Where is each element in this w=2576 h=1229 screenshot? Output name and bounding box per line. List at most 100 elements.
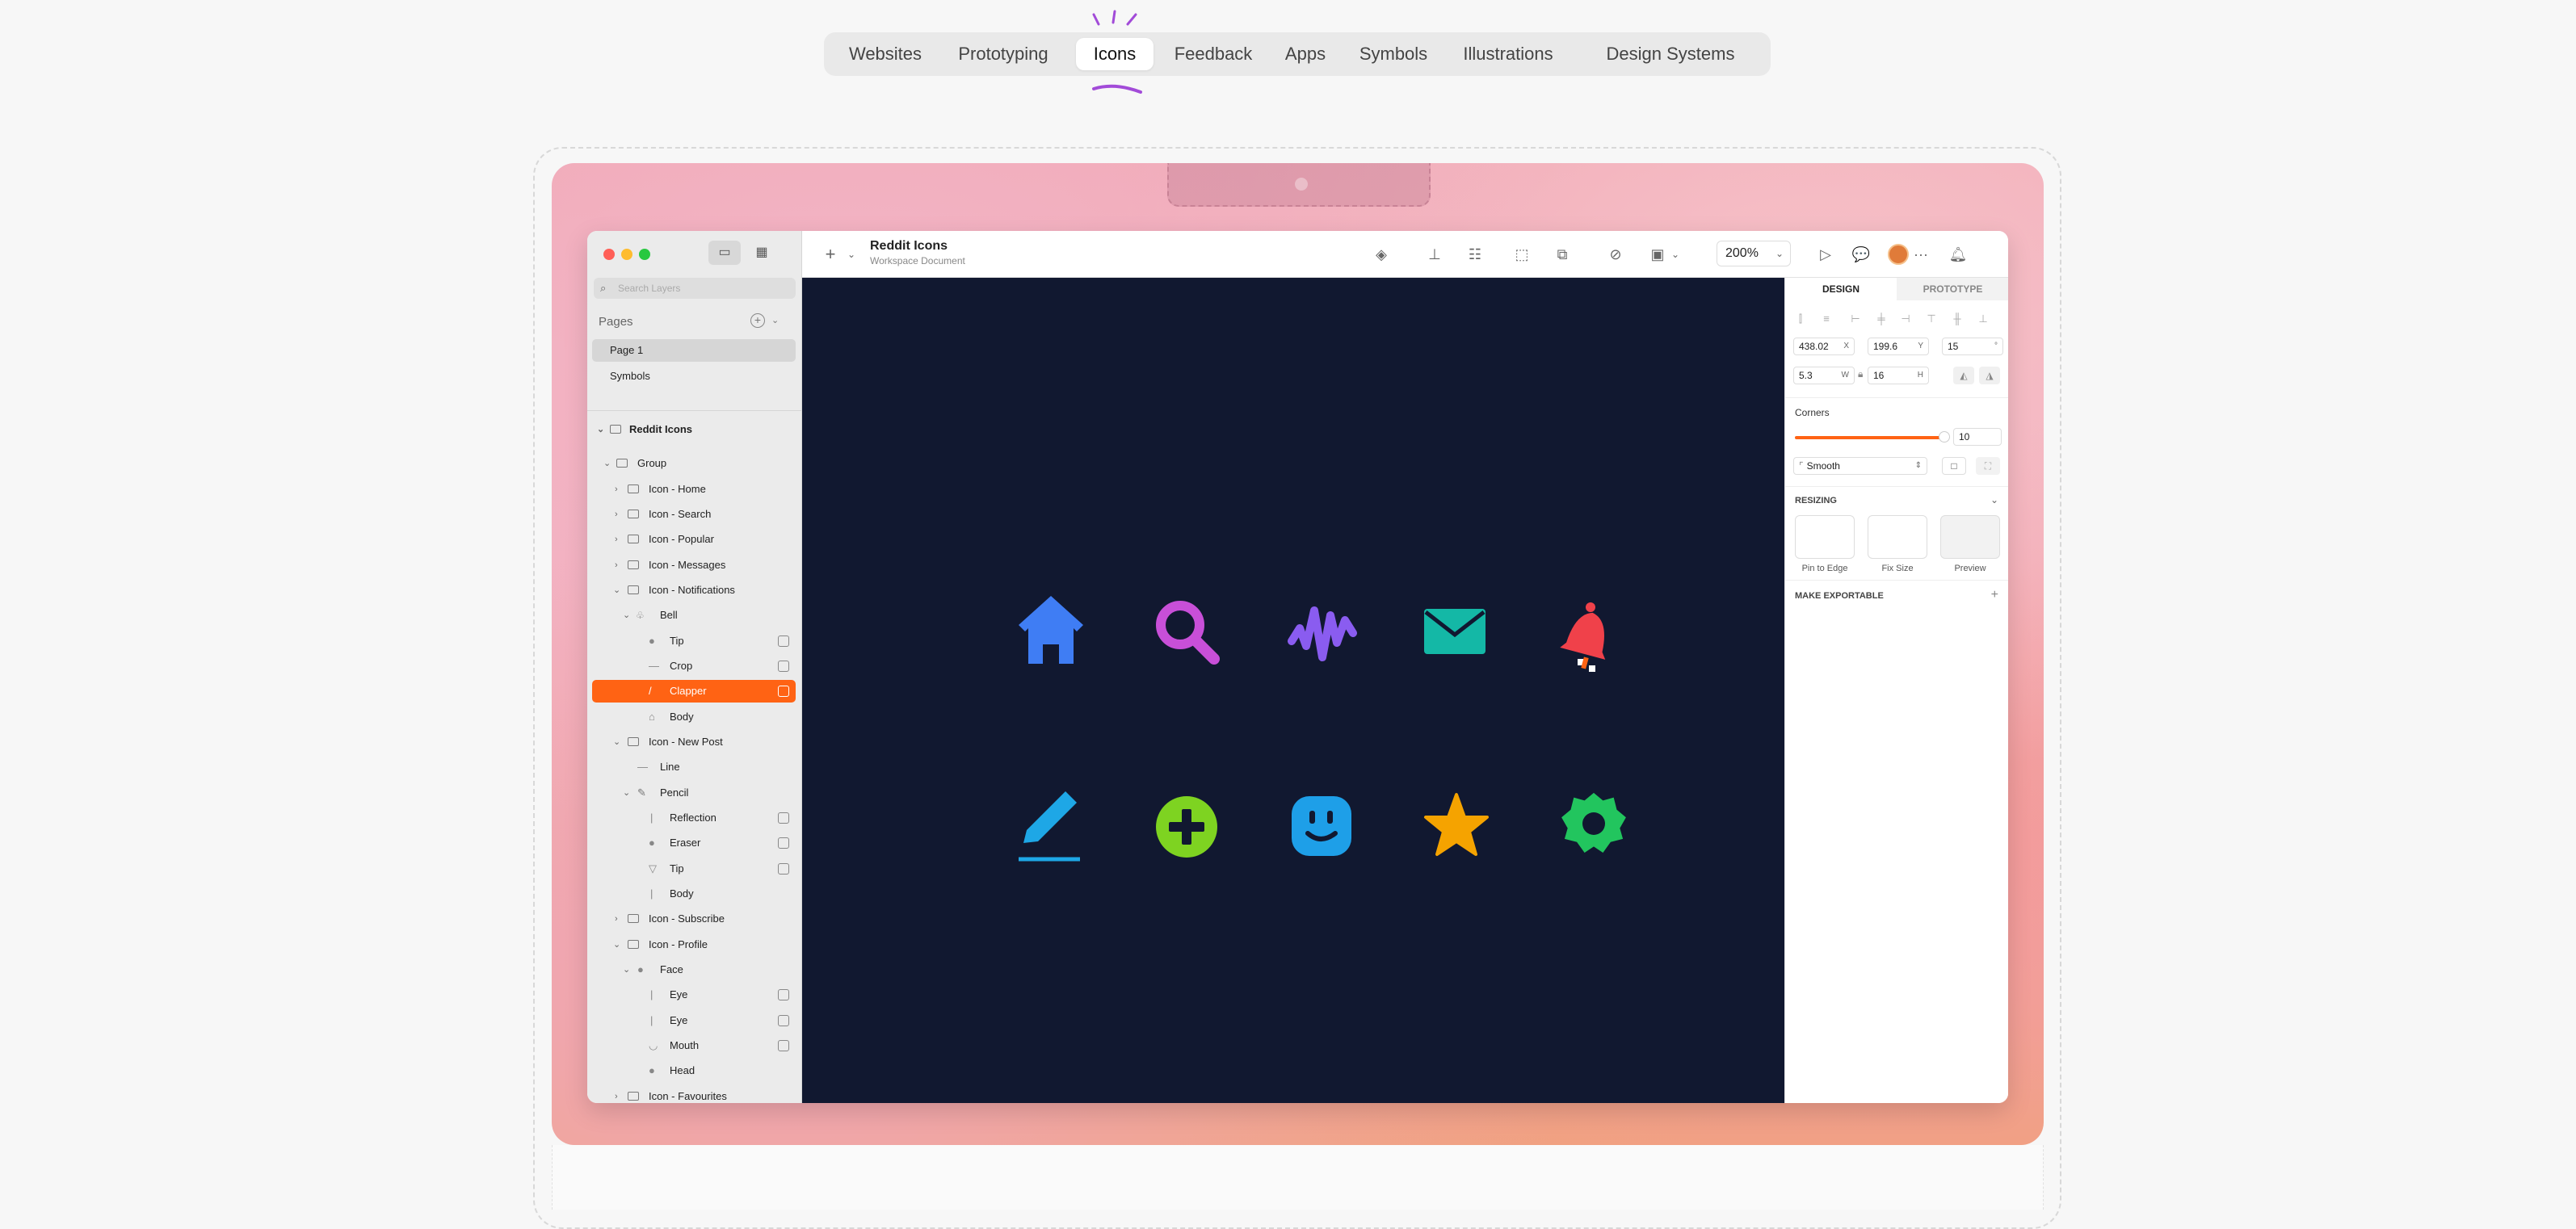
corners-slider[interactable] [1795, 436, 1944, 439]
align-left-icon[interactable]: ⫿ [1793, 313, 1808, 325]
fix-size-control[interactable] [1868, 515, 1927, 559]
tab-design[interactable]: DESIGN [1785, 278, 1897, 300]
layer-row[interactable]: ⌄ ✎ Pencil [592, 782, 796, 804]
design-canvas[interactable] [802, 278, 1784, 1103]
minimize-window-button[interactable] [621, 249, 632, 260]
layer-row[interactable]: ⌄ Icon - Notifications [592, 579, 796, 602]
page-item-symbols[interactable]: Symbols [592, 365, 796, 388]
home-icon[interactable] [1019, 596, 1083, 664]
layer-row[interactable]: ⌄ ● Face [592, 958, 796, 981]
height-field[interactable]: 16 H [1868, 367, 1929, 384]
search-layers-input[interactable]: ⌕ Search Layers [594, 278, 796, 299]
search-icon[interactable] [1156, 601, 1220, 665]
chevron-right-icon: › [615, 560, 618, 570]
align-h-right-icon[interactable]: ⊣ [1898, 313, 1913, 325]
layer-row[interactable]: ▽ Tip [592, 858, 796, 880]
align-h-left-icon[interactable]: ⊢ [1848, 313, 1863, 325]
layer-row[interactable]: ● Head [592, 1059, 796, 1082]
distribute-icon[interactable]: ☷ [1463, 242, 1487, 266]
smooth-select[interactable]: ⌜ Smooth ⇕ [1793, 457, 1927, 475]
chevron-down-icon[interactable]: ⌄ [839, 242, 864, 266]
layer-row[interactable]: — Crop [592, 655, 796, 677]
add-page-icon[interactable]: + [750, 313, 765, 328]
width-field[interactable]: 5.3 W [1793, 367, 1855, 384]
zoom-select[interactable]: 200% ⌄ [1717, 241, 1791, 266]
tab-prototyping[interactable]: Prototyping [947, 38, 1060, 70]
align-top-icon[interactable]: ⊤ [1924, 313, 1939, 325]
expand-icon[interactable]: ⛶ [1976, 457, 2000, 475]
layer-row[interactable]: | Body [592, 883, 796, 905]
layer-row[interactable]: ⌂ Body [592, 706, 796, 728]
edit-icon[interactable]: ⊘ [1603, 242, 1628, 266]
flip-v-icon[interactable]: ◮ [1979, 367, 2000, 384]
tab-prototype[interactable]: PROTOTYPE [1897, 278, 2008, 300]
layer-row[interactable]: ⌄ Group [592, 452, 796, 475]
layer-row[interactable]: ● Eraser [592, 832, 796, 854]
tab-apps[interactable]: Apps [1273, 38, 1338, 70]
subscribe-icon[interactable] [1156, 796, 1217, 858]
lock-icon[interactable]: 🔒︎ [1858, 368, 1863, 380]
tab-illustrations[interactable]: Illustrations [1451, 38, 1565, 70]
layer-row-selected[interactable]: / Clapper [592, 680, 796, 703]
new-post-icon[interactable] [1019, 791, 1080, 862]
align-middle-icon[interactable]: ╫ [1950, 313, 1965, 325]
layer-row[interactable]: › Icon - Subscribe [592, 908, 796, 930]
layer-row[interactable]: — Line [592, 756, 796, 778]
add-export-icon[interactable]: + [1991, 588, 1998, 602]
align-icon[interactable]: ⊥ [1422, 242, 1447, 266]
notification-bell-icon[interactable]: 🔔︎ [1946, 242, 1970, 266]
layer-row[interactable]: › Icon - Home [592, 478, 796, 501]
align-bottom-icon[interactable]: ⊥ [1976, 313, 1990, 325]
profile-icon[interactable] [1292, 796, 1351, 856]
grid-view-icon[interactable]: ▦ [746, 241, 778, 265]
notifications-icon[interactable] [1560, 602, 1616, 672]
layer-row[interactable]: › Icon - Favourites [592, 1085, 796, 1103]
close-window-button[interactable] [603, 249, 615, 260]
comment-icon[interactable]: 💬 [1849, 242, 1873, 266]
y-field[interactable]: 199.6 Y [1868, 338, 1929, 355]
more-icon[interactable]: ··· [1909, 242, 1933, 266]
tab-design-systems[interactable]: Design Systems [1578, 38, 1763, 70]
layer-row[interactable]: | Reflection [592, 807, 796, 829]
layer-row[interactable]: ⌄ Icon - Profile [592, 933, 796, 956]
layers-view-icon[interactable]: ▭ [708, 241, 741, 265]
rotation-field[interactable]: 15 ° [1942, 338, 2003, 355]
collapse-pages-icon[interactable]: ⌄ [771, 315, 779, 325]
corner-option-icon[interactable]: □ [1942, 457, 1966, 475]
avatar[interactable] [1888, 244, 1909, 265]
layer-row[interactable]: › Icon - Search [592, 503, 796, 526]
play-icon[interactable]: ▷ [1813, 242, 1838, 266]
symbol-icon[interactable]: ◈ [1369, 242, 1393, 266]
align-h-center-icon[interactable]: ╪ [1874, 313, 1889, 325]
align-center-icon[interactable]: ≡ [1819, 313, 1834, 325]
pin-to-edge-control[interactable] [1795, 515, 1855, 559]
layer-row[interactable]: ● Tip [592, 630, 796, 652]
layer-row[interactable]: › Icon - Messages [592, 554, 796, 577]
settings-icon[interactable] [1561, 792, 1626, 853]
chevron-right-icon: › [615, 510, 618, 519]
corners-slider-thumb[interactable] [1939, 431, 1950, 443]
page-item-page-1[interactable]: Page 1 [592, 339, 796, 362]
favourites-icon[interactable] [1424, 793, 1489, 856]
x-field[interactable]: 438.02 X [1793, 338, 1855, 355]
chevron-down-icon: ⌄ [603, 459, 611, 468]
messages-icon[interactable] [1424, 609, 1486, 654]
group-icon[interactable]: ⬚ [1510, 242, 1534, 266]
chevron-down-icon[interactable]: ⌄ [1663, 242, 1687, 266]
layer-row[interactable]: | Eye [592, 1009, 796, 1032]
layer-row[interactable]: | Eye [592, 984, 796, 1006]
tab-symbols[interactable]: Symbols [1349, 38, 1438, 70]
chevron-down-icon[interactable]: ⌄ [1990, 494, 1998, 505]
zoom-window-button[interactable] [639, 249, 650, 260]
flip-h-icon[interactable]: ◭ [1953, 367, 1974, 384]
popular-icon[interactable] [1288, 606, 1357, 661]
document-row[interactable]: ⌄ Reddit Icons [592, 418, 796, 441]
layers-icon[interactable]: ⧉ [1550, 242, 1574, 266]
layer-row[interactable]: ◡ Mouth [592, 1034, 796, 1057]
layer-row[interactable]: ⌄ ♧ Bell [592, 604, 796, 627]
layer-row[interactable]: › Icon - Popular [592, 528, 796, 551]
tab-websites[interactable]: Websites [835, 38, 935, 70]
tab-feedback[interactable]: Feedback [1165, 38, 1262, 70]
corners-field[interactable]: 10 [1953, 428, 2002, 446]
layer-row[interactable]: ⌄ Icon - New Post [592, 731, 796, 753]
